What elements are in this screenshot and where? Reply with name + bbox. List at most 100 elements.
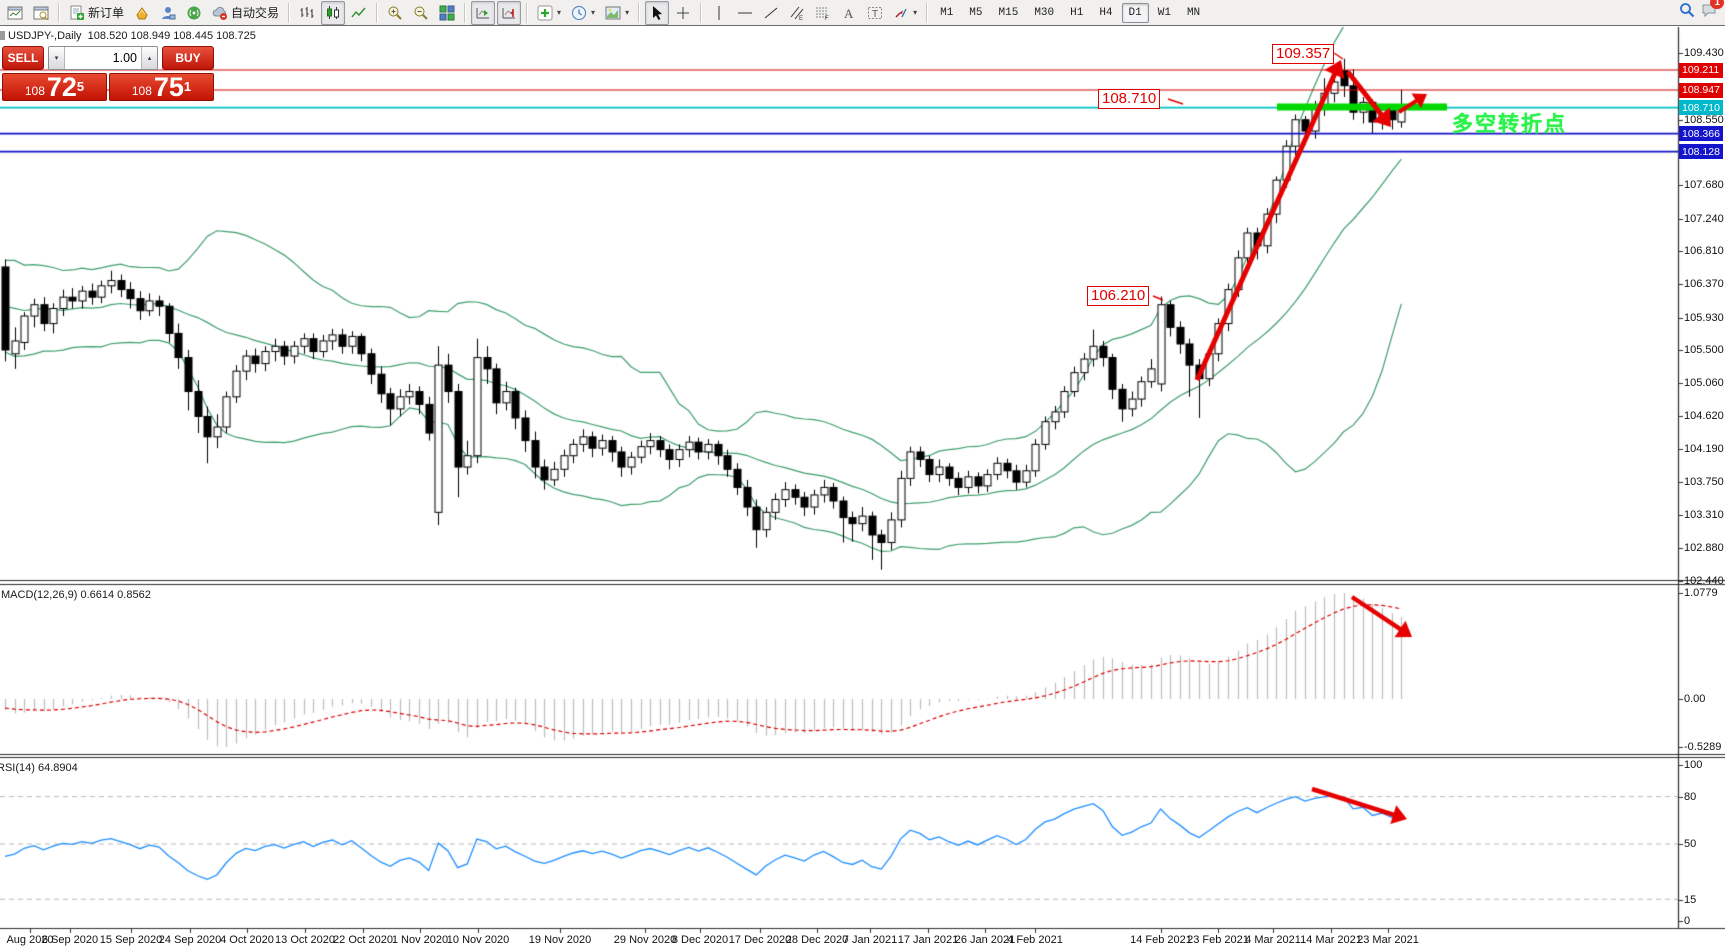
rsi-tick-label: 50	[1684, 838, 1696, 850]
volume-input[interactable]: 1.00	[65, 47, 141, 69]
search-icon[interactable]	[1679, 2, 1695, 23]
turning-point-note[interactable]: 多空转折点	[1452, 108, 1567, 138]
chart-canvas[interactable]	[0, 0, 1725, 951]
auto-scroll-button[interactable]	[471, 1, 495, 25]
svg-text:F: F	[825, 16, 829, 21]
toolbar-separator	[376, 3, 378, 23]
new-order-button[interactable]: 新订单	[65, 1, 128, 25]
candlestick-icon	[325, 5, 341, 21]
price-level-badge: 108.947	[1679, 83, 1723, 98]
line-chart-icon	[351, 5, 367, 21]
candlestick-button[interactable]	[321, 1, 345, 25]
tick-chart-button[interactable]	[29, 1, 53, 25]
rsi-tick-label: 80	[1684, 791, 1696, 803]
date-tick-label: 14 Mar 2021	[1300, 934, 1362, 946]
date-tick-label: 6 Sep 2020	[42, 934, 98, 946]
crosshair-button[interactable]	[671, 1, 695, 25]
hline-icon	[737, 5, 753, 21]
timeframe-h4[interactable]: H4	[1092, 3, 1119, 23]
timeframe-m5[interactable]: M5	[962, 3, 989, 23]
volume-stepper[interactable]: ▾ 1.00 ▴	[48, 46, 158, 70]
buy-price-tile[interactable]: 108751	[109, 73, 214, 101]
date-tick-label: 1 Nov 2020	[392, 934, 448, 946]
price-level-badge: 108.710	[1679, 100, 1723, 115]
timeframe-bar: M1M5M15M30H1H4D1W1MN	[932, 0, 1208, 26]
arrows-button[interactable]: ▾	[889, 1, 921, 25]
volume-increase-icon[interactable]: ▴	[141, 47, 157, 69]
macd-tick-label: 0.00	[1684, 693, 1705, 705]
date-tick-label: 22 Oct 2020	[333, 934, 393, 946]
fibo-icon: F	[815, 5, 831, 21]
arrow-tool-icon	[893, 5, 909, 21]
toolbar-separator	[58, 3, 60, 23]
hline-button[interactable]	[733, 1, 757, 25]
rsi-tick-label: 15	[1684, 894, 1696, 906]
timeframe-m15[interactable]: M15	[992, 3, 1026, 23]
scroll-end-icon	[475, 5, 491, 21]
chat-button[interactable]: 1	[1701, 2, 1717, 23]
market-button[interactable]	[130, 1, 154, 25]
macd-tick-label: -0.5289	[1684, 741, 1721, 753]
price-tick-label: 104.620	[1684, 410, 1724, 422]
date-tick-label: 4 Feb 2021	[1007, 934, 1063, 946]
buy-button[interactable]: BUY	[162, 46, 214, 70]
fibonacci-button[interactable]: F	[811, 1, 835, 25]
sell-price-tile[interactable]: 108725	[2, 73, 107, 101]
date-tick-label: 8 Dec 2020	[672, 934, 728, 946]
chart-ohlc-header: USDJPY-,Daily 108.520 108.949 108.445 10…	[8, 30, 256, 42]
timeframe-m30[interactable]: M30	[1027, 3, 1061, 23]
template-icon	[605, 5, 621, 21]
signals-button[interactable]	[182, 1, 206, 25]
peak-price-callout[interactable]: 109.357	[1272, 44, 1334, 64]
community-icon	[160, 5, 176, 21]
rsi-tick-label: 0	[1684, 915, 1690, 927]
price-tick-label: 102.880	[1684, 542, 1724, 554]
price-tick-label: 104.190	[1684, 443, 1724, 455]
tile-windows-button[interactable]	[435, 1, 459, 25]
chart-shift-button[interactable]	[497, 1, 521, 25]
vline-button[interactable]	[707, 1, 731, 25]
price-tick-label: 102.440	[1684, 575, 1724, 587]
bar-chart-button[interactable]	[295, 1, 319, 25]
gold-icon	[134, 5, 150, 21]
sell-price-prefix: 108	[25, 84, 45, 99]
shift-chart-icon	[501, 5, 517, 21]
price-tick-label: 109.430	[1684, 47, 1724, 59]
autotrade-button[interactable]: 自动交易	[208, 1, 283, 25]
timeframe-mn[interactable]: MN	[1180, 3, 1207, 23]
text-label-button[interactable]: T	[863, 1, 887, 25]
breakout-price-callout[interactable]: 106.210	[1087, 286, 1149, 306]
rsi-tick-label: 100	[1684, 759, 1702, 771]
sell-button[interactable]: SELL	[2, 46, 44, 70]
date-tick-label: 28 Dec 2020	[786, 934, 848, 946]
autotrade-button-label: 自动交易	[231, 4, 279, 21]
zoom-in-button[interactable]	[383, 1, 407, 25]
timeframe-h1[interactable]: H1	[1063, 3, 1090, 23]
buy-price-sup: 1	[184, 74, 191, 100]
equidistant-channel-button[interactable]: E	[785, 1, 809, 25]
zoom-out-button[interactable]	[409, 1, 433, 25]
templates-button[interactable]: ▾	[601, 1, 633, 25]
timeframe-w1[interactable]: W1	[1151, 3, 1178, 23]
level-price-callout[interactable]: 108.710	[1098, 89, 1160, 109]
date-tick-label: 15 Sep 2020	[100, 934, 162, 946]
timeframe-m1[interactable]: M1	[933, 3, 960, 23]
text-button[interactable]: A	[837, 1, 861, 25]
indicators-button[interactable]: ▾	[533, 1, 565, 25]
line-chart-button[interactable]	[347, 1, 371, 25]
price-tick-label: 105.060	[1684, 377, 1724, 389]
volume-decrease-icon[interactable]: ▾	[49, 47, 65, 69]
notification-badge: 1	[1710, 0, 1724, 9]
price-level-badge: 108.128	[1679, 144, 1723, 159]
text-icon: A	[841, 5, 857, 21]
periods-button[interactable]: ▾	[567, 1, 599, 25]
period-icon	[571, 5, 587, 21]
community-button[interactable]	[156, 1, 180, 25]
trendline-button[interactable]	[759, 1, 783, 25]
cursor-button[interactable]	[645, 1, 669, 25]
timeframe-d1[interactable]: D1	[1122, 3, 1149, 23]
chart-window-button[interactable]	[3, 1, 27, 25]
toolbar: 新订单自动交易▾▾▾EFAT▾M1M5M15M30H1H4D1W1MN1	[0, 0, 1725, 26]
macd-tick-label: 1.0779	[1684, 587, 1718, 599]
price-tick-label: 106.370	[1684, 278, 1724, 290]
